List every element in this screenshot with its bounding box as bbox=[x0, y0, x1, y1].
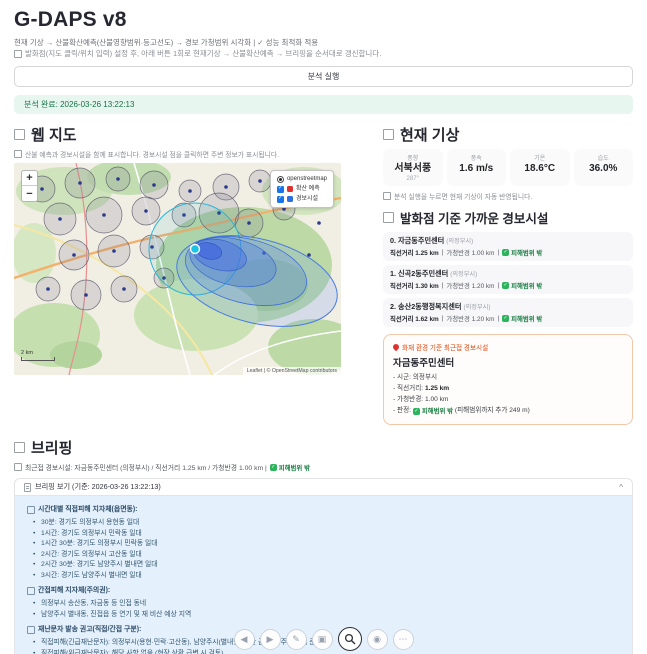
bullet-square-icon bbox=[14, 463, 22, 471]
magnifier-icon bbox=[344, 633, 355, 645]
facility-layer-icon bbox=[286, 196, 293, 202]
page-title: G-DAPS v8 bbox=[14, 8, 127, 31]
check-icon: ✓ bbox=[502, 249, 510, 256]
check-icon: ✓ bbox=[269, 463, 277, 471]
radio-selected-icon[interactable] bbox=[276, 175, 284, 183]
section-square-icon bbox=[14, 129, 25, 140]
wind-speed-card: 풍속 1.6 m/s bbox=[446, 149, 506, 186]
check-icon: ✓ bbox=[412, 408, 420, 415]
indirect-damage-list: 의정부시 송산동, 자금동 등 인접 동네 남양주시 별내동, 진접읍 등 연기… bbox=[27, 599, 620, 620]
bullet-square-icon bbox=[383, 192, 391, 200]
analysis-status-text: 분석 완료: 2026-03-26 13:22:13 bbox=[24, 100, 135, 109]
bullet-square-icon bbox=[14, 150, 22, 158]
briefing-section-title: 브리핑 bbox=[14, 437, 633, 458]
checkbox-checked-icon[interactable]: ✓ bbox=[276, 195, 284, 203]
info-column: 현재 기상 풍향 서북서풍 287° 풍속 1.6 m/s 기온 18.6°C bbox=[383, 124, 633, 425]
out-of-damage-badge: ✓ 피해범위 밖 bbox=[502, 315, 543, 323]
more-button[interactable]: ⋯ bbox=[392, 628, 414, 650]
overlay-row-spread[interactable]: ✓ 확산 예측 bbox=[276, 184, 327, 194]
snip-button[interactable]: ▣ bbox=[311, 628, 333, 650]
direct-damage-list: 30분: 경기도 의정부시 용현동 일대 1시간: 경기도 의정부시 민락동 일… bbox=[27, 518, 620, 581]
scale-bar bbox=[21, 357, 55, 361]
map-layer-control: openstreetmap ✓ 확산 예측 ✓ 경보시설 bbox=[269, 170, 334, 208]
temperature-card: 기온 18.6°C bbox=[510, 149, 570, 186]
edit-button[interactable]: ✎ bbox=[285, 628, 307, 650]
record-button[interactable]: ◉ bbox=[366, 628, 388, 650]
web-map-canvas[interactable]: + − openstreetmap ✓ 확산 예측 ✓ 경보시설 2 km Le… bbox=[14, 163, 341, 375]
out-of-damage-badge: ✓ 피해범위 밖 bbox=[269, 463, 310, 472]
briefing-summary: 최근접 경보시설: 자금동주민센터 (의정부시) / 직선거리 1.25 km … bbox=[14, 462, 633, 472]
magnifier-button[interactable] bbox=[337, 627, 362, 651]
nearest-facility-name: 자금동주민센터 bbox=[393, 358, 455, 369]
map-zoom-out-button[interactable]: − bbox=[22, 186, 37, 201]
weather-cards: 풍향 서북서풍 287° 풍속 1.6 m/s 기온 18.6°C 습도 36.… bbox=[383, 149, 633, 186]
facility-card-0[interactable]: 0. 자금동주민센터 (의정부시) 직선거리 1.25 km | 가청반경 1.0… bbox=[383, 232, 633, 261]
pipeline-subtitle: 현재 기상 → 산불확산예측(산불영향범위·등고선도) → 경보 가청범위 시각… bbox=[14, 38, 319, 47]
base-layer-row[interactable]: openstreetmap bbox=[276, 174, 327, 184]
checkbox-checked-icon[interactable]: ✓ bbox=[276, 185, 284, 193]
humidity-card: 습도 36.0% bbox=[573, 149, 633, 186]
map-description: 산불 예측과 경보시설을 함께 표시합니다. 경보시설 점을 클릭하면 주변 정… bbox=[14, 149, 341, 159]
overlay-row-facilities[interactable]: ✓ 경보시설 bbox=[276, 194, 327, 204]
check-icon: ✓ bbox=[502, 315, 510, 322]
out-of-damage-badge: ✓ 피해범위 밖 bbox=[412, 408, 454, 415]
run-analysis-button[interactable]: 분석 실행 bbox=[14, 66, 633, 87]
wind-direction-card: 풍향 서북서풍 287° bbox=[383, 149, 443, 186]
nearest-facility-panel: 화재 환경 기준 최근접 경보시설 자금동주민센터 - 시군: 의정부시 - 직… bbox=[383, 334, 633, 425]
analysis-status-banner: 분석 완료: 2026-03-26 13:22:13 bbox=[14, 95, 633, 114]
map-column: 웹 지도 산불 예측과 경보시설을 함께 표시합니다. 경보시설 점을 클릭하면… bbox=[14, 124, 341, 425]
spread-layer-icon bbox=[286, 186, 293, 192]
document-icon bbox=[24, 482, 31, 492]
facilities-section-title: 발화점 기준 가까운 경보시설 bbox=[383, 208, 633, 227]
out-of-damage-badge: ✓ 피해범위 밖 bbox=[502, 249, 543, 257]
map-scale: 2 km bbox=[21, 350, 55, 361]
map-section-title: 웹 지도 bbox=[14, 124, 341, 145]
bullet-square-icon bbox=[14, 49, 22, 58]
map-zoom-control: + − bbox=[21, 170, 38, 202]
weather-section-title: 현재 기상 bbox=[383, 124, 633, 145]
next-button[interactable]: ▶ bbox=[259, 628, 281, 650]
page: G-DAPS v8 현재 기상 → 산불확산예측(산불영향범위·등고선도) → … bbox=[0, 0, 647, 654]
section-square-icon bbox=[14, 442, 25, 453]
section-square-icon bbox=[383, 212, 394, 223]
main-columns: 웹 지도 산불 예측과 경보시설을 함께 표시합니다. 경보시설 점을 클릭하면… bbox=[14, 124, 633, 425]
check-icon: ✓ bbox=[502, 282, 510, 289]
map-pin-icon bbox=[391, 342, 401, 352]
out-of-damage-badge: ✓ 피해범위 밖 bbox=[502, 282, 543, 290]
previous-button[interactable]: ◀ bbox=[233, 628, 255, 650]
weather-note: 분석 실행을 누르면 현재 기상이 자동 반영됩니다. bbox=[383, 191, 633, 201]
facility-card-2[interactable]: 2. 송산2동행정복지센터 (의정부시) 직선거리 1.62 km | 가청반경 … bbox=[383, 298, 633, 327]
section-square-icon bbox=[383, 129, 394, 140]
briefing-expander-header[interactable]: 브리핑 보기 (기준: 2026-03-26 13:22:13) ^ bbox=[14, 478, 633, 496]
map-zoom-in-button[interactable]: + bbox=[22, 171, 37, 186]
chevron-up-icon[interactable]: ^ bbox=[619, 483, 623, 492]
map-attribution[interactable]: Leaflet | © OpenStreetMap contributors bbox=[242, 367, 341, 375]
ignition-point[interactable] bbox=[189, 243, 201, 255]
usage-note: 발화점(지도 클릭/위치 입력) 설정 후, 아래 버튼 1회로 현재기상 → … bbox=[14, 48, 633, 59]
facility-card-1[interactable]: 1. 신곡2동주민센터 (의정부시) 직선거리 1.30 km | 가청반경 1.… bbox=[383, 265, 633, 294]
floating-toolbar: ◀ ▶ ✎ ▣ ◉ ⋯ bbox=[233, 627, 414, 651]
